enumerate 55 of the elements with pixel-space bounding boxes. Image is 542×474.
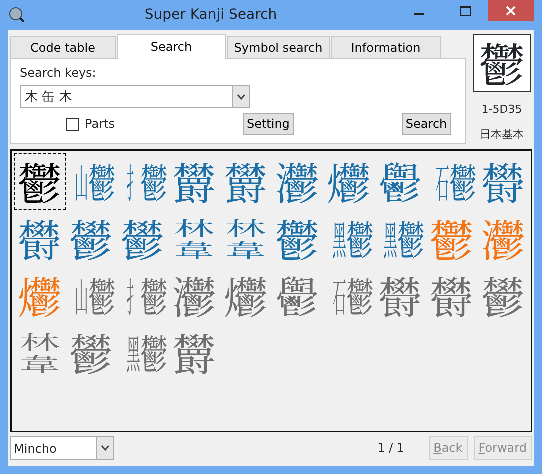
kanji-result[interactable]: 黑鬱	[117, 324, 168, 381]
kanji-result[interactable]: 山鬱	[66, 267, 117, 324]
kanji-preview: 鬱	[473, 34, 531, 92]
kanji-result[interactable]: 灪	[168, 267, 220, 324]
kanji-result[interactable]: 山鬱	[66, 153, 117, 210]
kanji-result[interactable]: 鬰	[478, 267, 529, 324]
page-indicator: 1 / 1	[378, 440, 405, 457]
kanji-result[interactable]: 欝	[168, 324, 220, 381]
kanji-result[interactable]: 石鬱	[323, 267, 374, 324]
kanji-result[interactable]: 灪	[272, 153, 323, 210]
tab[interactable]: Search	[117, 34, 226, 59]
kanji-result[interactable]: 鬰	[66, 210, 117, 267]
app-icon	[8, 6, 26, 24]
kanji-result[interactable]: 欎	[478, 153, 529, 210]
tab[interactable]: Code table	[10, 36, 116, 58]
kanji-result[interactable]: 林 韋	[168, 210, 220, 267]
search-keys-combo[interactable]: 木 缶 木	[20, 85, 250, 108]
kanji-result[interactable]: 欎	[426, 267, 478, 324]
kanji-result[interactable]: 扌鬱	[117, 153, 168, 210]
kanji-result[interactable]: 欝	[220, 153, 272, 210]
kanji-result[interactable]: 黑鬱	[323, 210, 374, 267]
kanji-result[interactable]: 石鬱	[426, 153, 478, 210]
close-icon	[506, 6, 516, 16]
kanji-result[interactable]: 爩	[220, 267, 272, 324]
kanji-result[interactable]: 鬱	[14, 153, 66, 210]
kanji-result[interactable]: 鬰	[66, 324, 117, 381]
kanji-result[interactable]: 𩰪	[374, 153, 426, 210]
close-button[interactable]	[488, 0, 534, 21]
kanji-result[interactable]: 欎	[14, 210, 66, 267]
kanji-result[interactable]: 林 韋	[14, 324, 66, 381]
maximize-icon	[460, 6, 470, 16]
font-select[interactable]: Mincho	[10, 436, 114, 460]
tab[interactable]: Symbol search	[227, 36, 330, 58]
parts-checkbox[interactable]	[66, 118, 79, 130]
minimize-icon	[414, 13, 424, 15]
kanji-result[interactable]: 鬰	[117, 210, 168, 267]
kanji-result[interactable]: 灪	[478, 210, 529, 267]
kanji-result[interactable]: 林 韋	[220, 210, 272, 267]
kanji-result[interactable]: 𩰪	[272, 267, 323, 324]
kanji-result[interactable]: 欎	[374, 267, 426, 324]
kanji-result[interactable]: 鬱	[426, 210, 478, 267]
tab[interactable]: Information	[331, 36, 441, 58]
search-keys-label: Search keys:	[20, 65, 98, 82]
kanji-result[interactable]: 爩	[14, 267, 66, 324]
setting-button[interactable]: Setting	[242, 113, 294, 135]
kanji-result[interactable]: 扌鬱	[117, 267, 168, 324]
kanji-code: 1-5D35	[482, 102, 522, 118]
kanji-result[interactable]: 爩	[323, 153, 374, 210]
character-set-label: 日本基本	[480, 126, 524, 142]
parts-label: Parts	[85, 116, 115, 133]
kanji-result[interactable]: 欝	[168, 153, 220, 210]
search-button[interactable]: Search	[402, 113, 452, 135]
window-title: Super Kanji Search	[144, 6, 278, 24]
kanji-result[interactable]: 鬱	[272, 210, 323, 267]
kanji-result[interactable]: 黑鬱	[374, 210, 426, 267]
